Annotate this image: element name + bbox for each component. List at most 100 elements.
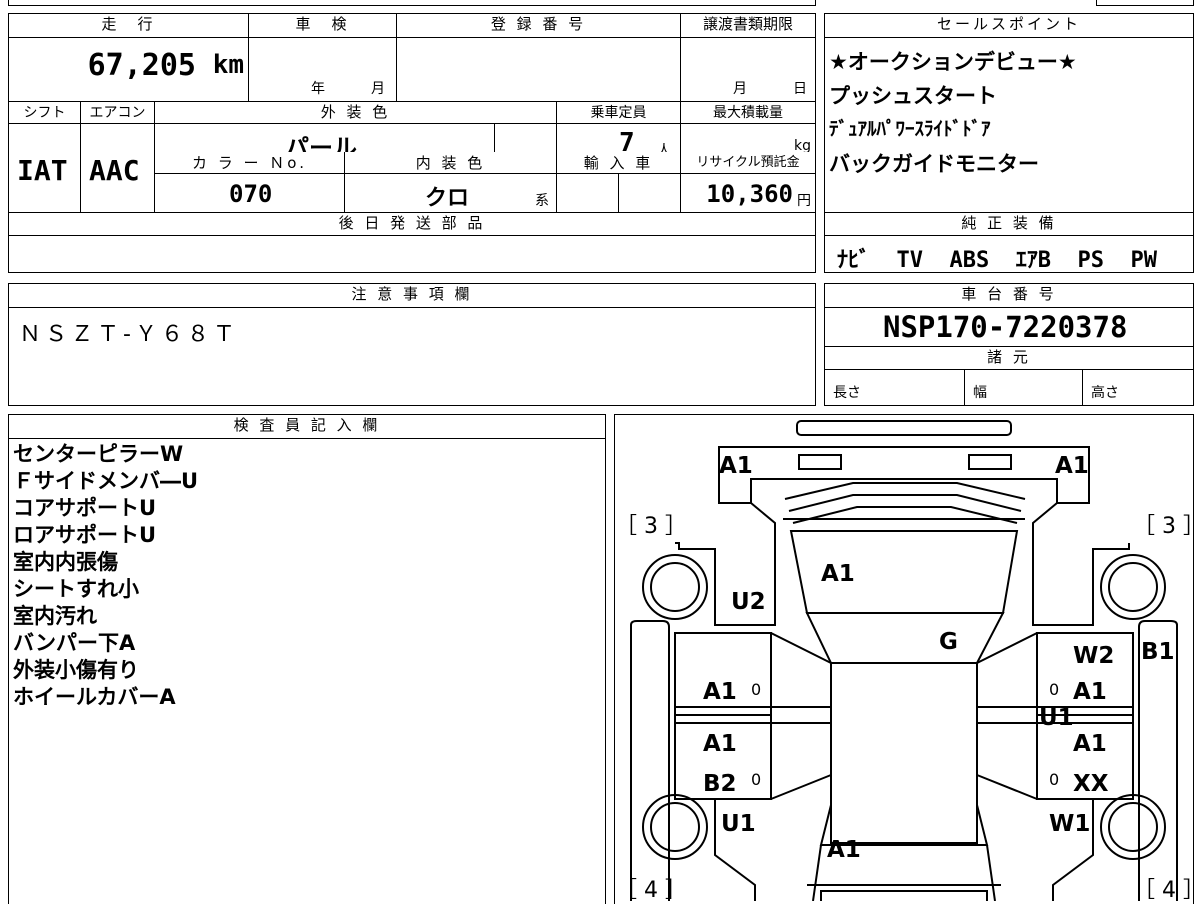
interior-label: 内 装 色: [345, 152, 557, 174]
mark-zero-l2: 0: [751, 770, 761, 789]
inspector-lines: センターピラーW Ｆサイドメンバ―U コアサポートU ロアサポートU 室内内張傷…: [13, 441, 198, 711]
interior-suffix: 系: [535, 193, 549, 209]
color-no-cell: 070: [155, 174, 345, 212]
recycle-value: 10,360: [706, 180, 793, 208]
mileage-label: 走 行: [9, 14, 249, 38]
shaken-year: 年: [311, 81, 325, 97]
inspector-line: ホイールカバーA: [13, 685, 176, 709]
vehicle-info-table: 走 行 車 検 登 録 番 号 譲渡書類期限 67,205 km 年 月 月 日…: [8, 13, 816, 273]
car-diagram-box: A1 A1 ［ 3 ］ ［ 3 ］ A1 U2 G W2 B1 A1 0 0 A…: [614, 414, 1194, 904]
chassis-number: NSP170-7220378: [883, 310, 1128, 344]
top-cut-right: [1096, 0, 1194, 6]
inspector-line: Ｆサイドメンバ―U: [13, 469, 199, 493]
inspector-line: 室内内張傷: [13, 550, 118, 574]
mark-right-door-rear: A1: [1073, 731, 1107, 757]
equip-pw: PW: [1130, 248, 1158, 273]
mark-rear: A1: [827, 837, 861, 863]
interior-value: クロ: [425, 186, 470, 211]
inspector-line: シートすれ小: [13, 577, 139, 601]
color-no-label: カ ラ ー Ｎo.: [155, 152, 345, 174]
notes-text: ＮＳＺＴ-Ｙ６８Ｔ: [19, 322, 239, 347]
shift-label: シフト: [9, 102, 81, 124]
chassis-label: 車 台 番 号: [825, 284, 1193, 308]
mark-right-xx: XX: [1073, 771, 1109, 797]
chassis-box: 車 台 番 号 NSP170-7220378 諸 元 長さ 幅 高さ: [824, 283, 1194, 406]
mark-windshield: G: [939, 629, 958, 655]
import-cell-b: [619, 174, 681, 212]
mileage-value: 67,205: [87, 48, 196, 83]
mark-tire-fr: ［ 3 ］: [1133, 514, 1193, 539]
equipment-list: ﾅﾋﾞ TV ABS ｴｱB PS PW: [837, 242, 1157, 274]
registration-cell: [397, 38, 681, 102]
mark-right-b1: B1: [1141, 639, 1175, 665]
exterior-label: 外 装 色: [155, 102, 557, 124]
width-label: 幅: [973, 385, 987, 401]
mark-roof-right-w: W2: [1073, 643, 1114, 669]
sales-point-3: ﾃﾞｭｱﾙﾊﾟﾜｰｽﾗｲﾄﾞﾄﾞｱ: [829, 118, 991, 140]
width-cell: 幅: [965, 370, 1083, 405]
equip-airbag: ｴｱB: [1015, 248, 1052, 273]
mark-zero-r2: 0: [1049, 770, 1059, 789]
height-label: 高さ: [1091, 385, 1119, 401]
sales-point-4: バックガイドモニター: [829, 152, 1039, 176]
equip-ps: PS: [1077, 248, 1105, 273]
shaken-month: 月: [371, 81, 385, 97]
mark-right-door-front: A1: [1073, 679, 1107, 705]
car-diagram: A1 A1 ［ 3 ］ ［ 3 ］ A1 U2 G W2 B1 A1 0 0 A…: [615, 420, 1193, 901]
mark-left-door-rear: A1: [703, 731, 737, 757]
sales-point-2: プッシュスタート: [829, 84, 997, 108]
mark-front-left: A1: [719, 453, 753, 479]
top-cut-row: [8, 0, 816, 6]
sales-points-box: セールスポイント ★オークションデビュー★ プッシュスタート ﾃﾞｭｱﾙﾊﾟﾜｰ…: [824, 13, 1194, 273]
transfer-deadline-label: 譲渡書類期限: [681, 14, 815, 38]
equip-abs: ABS: [949, 248, 990, 273]
mileage-unit: km: [212, 50, 244, 80]
equip-navi: ﾅﾋﾞ: [837, 248, 871, 273]
registration-label: 登 録 番 号: [397, 14, 681, 38]
recycle-cell: 10,360 円: [681, 174, 815, 212]
mark-right-quarter: W1: [1049, 811, 1090, 837]
ac-cell: AAC: [81, 124, 155, 212]
parts-cell: [9, 236, 815, 272]
mark-front-right: A1: [1055, 453, 1089, 479]
parts-label: 後 日 発 送 部 品: [9, 212, 815, 236]
import-cell-a: [557, 174, 619, 212]
mark-left-quarter: U1: [721, 811, 756, 837]
equipment-label: 純 正 装 備: [825, 212, 1193, 236]
mark-left-b2: B2: [703, 771, 737, 797]
notes-label: 注 意 事 項 欄: [9, 284, 815, 308]
inspector-box: 検 査 員 記 入 欄 センターピラーW Ｆサイドメンバ―U コアサポートU ロ…: [8, 414, 606, 904]
mark-right-u1-center: U1: [1039, 705, 1074, 731]
transfer-deadline-cell: 月 日: [681, 38, 815, 102]
shift-cell: IAT: [9, 124, 81, 212]
notes-box: 注 意 事 項 欄 ＮＳＺＴ-Ｙ６８Ｔ: [8, 283, 816, 406]
color-no-value: 070: [229, 180, 273, 208]
recycle-label: リサイクル預託金: [681, 152, 815, 174]
ac-value: AAC: [89, 154, 140, 187]
transfer-month: 月: [733, 81, 747, 97]
import-label: 輸 入 車: [557, 152, 681, 174]
inspector-line: センターピラーW: [13, 442, 184, 466]
inspector-line: コアサポートU: [13, 496, 157, 520]
sales-point-1: ★オークションデビュー★: [829, 50, 1077, 74]
specs-label: 諸 元: [825, 346, 1193, 370]
length-cell: 長さ: [825, 370, 965, 405]
mark-tire-rr: ［ 4 ］: [1133, 878, 1193, 901]
inspector-label: 検 査 員 記 入 欄: [9, 415, 605, 439]
shaken-cell: 年 月: [249, 38, 397, 102]
inspector-line: 外装小傷有り: [13, 658, 139, 682]
transfer-day: 日: [793, 81, 807, 97]
mark-bonnet: A1: [821, 561, 855, 587]
load-label: 最大積載量: [681, 102, 815, 124]
recycle-unit: 円: [797, 193, 811, 209]
mark-tire-fl: ［ 3 ］: [615, 514, 687, 539]
mark-fender-left: U2: [731, 589, 766, 615]
sales-points-label: セールスポイント: [825, 14, 1193, 38]
interior-cell: クロ 系: [345, 174, 557, 212]
mark-tire-rl: ［ 4 ］: [615, 878, 687, 901]
inspector-line: バンパー下A: [13, 631, 136, 655]
equip-tv: TV: [896, 248, 924, 273]
shaken-label: 車 検: [249, 14, 397, 38]
height-cell: 高さ: [1083, 370, 1193, 405]
mark-zero-l1: 0: [751, 680, 761, 699]
